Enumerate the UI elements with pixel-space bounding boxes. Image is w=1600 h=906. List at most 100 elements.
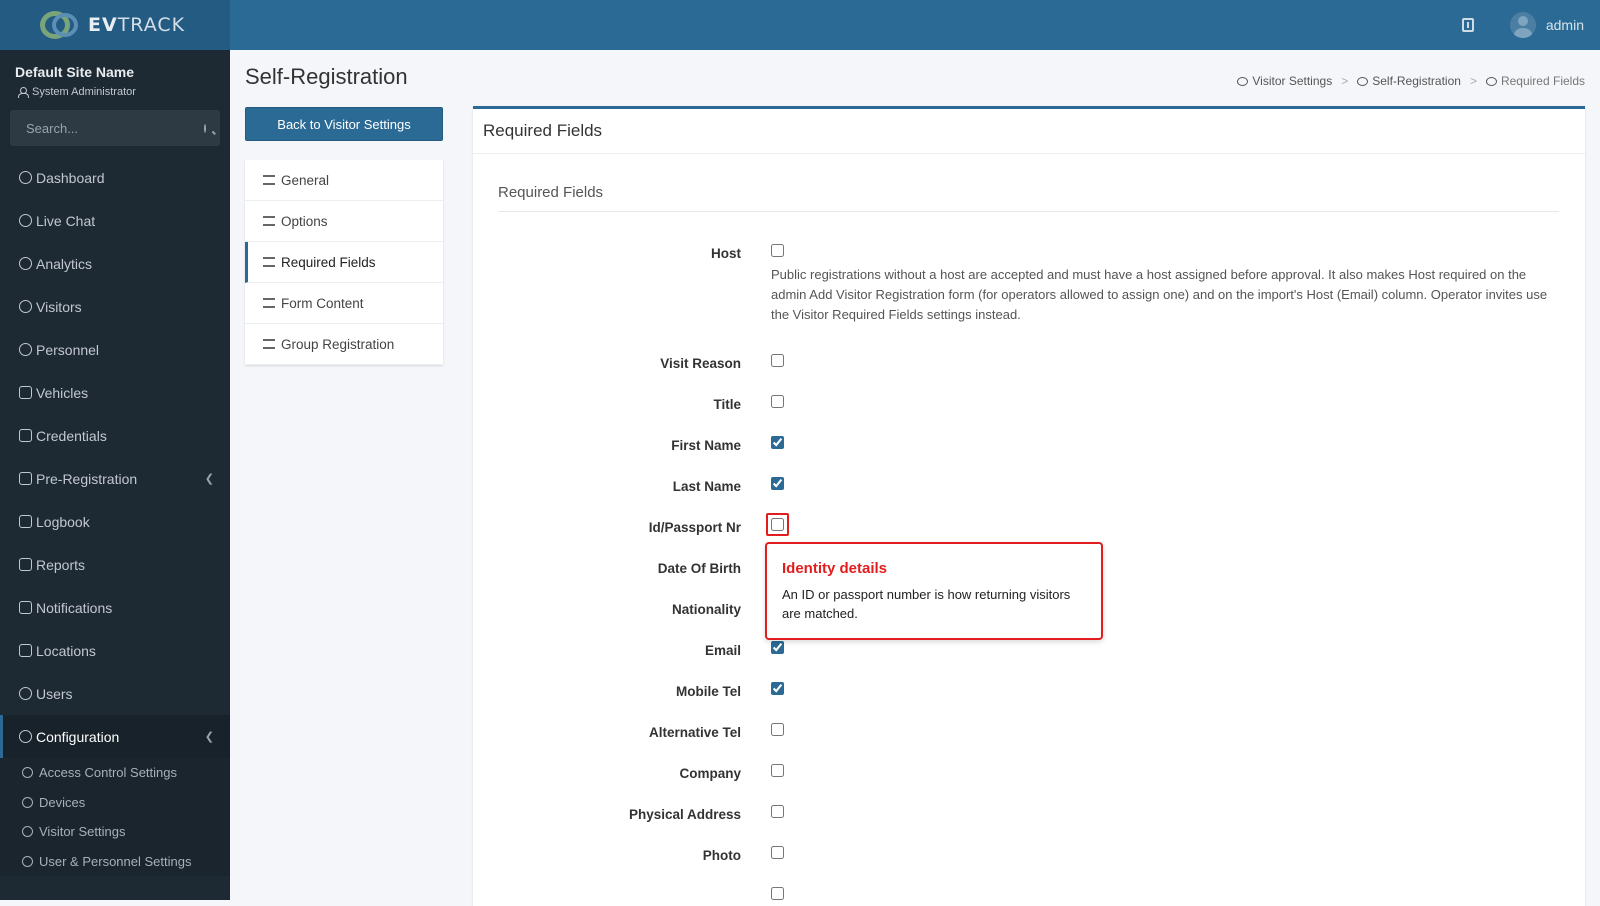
sidebar-item-logbook[interactable]: Logbook bbox=[0, 500, 230, 543]
required-fields-card: Required Fields Required Fields Host Pub… bbox=[473, 106, 1585, 906]
field-checkbox-title[interactable] bbox=[771, 395, 784, 408]
brand-logo[interactable]: EVTRACK bbox=[0, 0, 230, 50]
breadcrumb-required-fields: Required Fields bbox=[1500, 74, 1585, 88]
field-checkbox-email[interactable] bbox=[771, 641, 784, 654]
field-label: Photo bbox=[702, 848, 741, 863]
field-label: Alternative Tel bbox=[648, 725, 741, 740]
field-label: Email bbox=[704, 643, 741, 658]
breadcrumb-visitor-settings[interactable]: Visitor Settings bbox=[1252, 74, 1332, 88]
tab-form-content[interactable]: Form Content bbox=[245, 283, 443, 324]
field-label: Id/Passport Nr bbox=[648, 520, 741, 535]
notification-icon[interactable] bbox=[1461, 18, 1474, 32]
reports-icon bbox=[19, 558, 32, 571]
user-cog-icon bbox=[22, 855, 33, 867]
sidebar-item-credentials[interactable]: Credentials bbox=[0, 414, 230, 457]
eye-icon bbox=[19, 300, 32, 313]
tab-options[interactable]: Options bbox=[245, 201, 443, 242]
eye-icon bbox=[22, 826, 33, 838]
callout-title: Identity details bbox=[782, 560, 888, 577]
top-bar: EVTRACK admin bbox=[0, 0, 1600, 50]
subnav-item-devices[interactable]: Devices bbox=[0, 788, 230, 818]
users-icon bbox=[19, 687, 32, 700]
sidebar-item-live-chat[interactable]: Live Chat bbox=[0, 199, 230, 242]
field-checkbox-id-passport[interactable] bbox=[771, 518, 784, 531]
field-checkbox-mobile-tel[interactable] bbox=[771, 682, 784, 695]
user-role: System Administrator bbox=[0, 80, 230, 98]
field-label: Physical Address bbox=[628, 807, 741, 822]
configuration-subnav: Access Control Settings Devices Visitor … bbox=[0, 758, 230, 876]
sidebar-item-reports[interactable]: Reports bbox=[0, 543, 230, 586]
form-icon bbox=[263, 298, 275, 308]
sliders-icon bbox=[263, 175, 275, 185]
field-label: First Name bbox=[671, 438, 741, 453]
field-label: Host bbox=[711, 246, 741, 261]
lock-icon bbox=[22, 767, 33, 779]
avatar[interactable] bbox=[1509, 12, 1536, 38]
field-checkbox-host[interactable] bbox=[771, 244, 784, 257]
field-checkbox-alternative-tel[interactable] bbox=[771, 723, 784, 736]
search-icon[interactable] bbox=[204, 123, 206, 133]
back-to-visitor-settings-button[interactable]: Back to Visitor Settings bbox=[245, 107, 443, 141]
sidebar-item-analytics[interactable]: Analytics bbox=[0, 242, 230, 285]
subnav-item-visitor-settings[interactable]: Visitor Settings bbox=[0, 817, 230, 847]
field-checkbox-company[interactable] bbox=[771, 764, 784, 777]
checklist-icon bbox=[263, 257, 275, 267]
host-help-text: Public registrations without a host are … bbox=[771, 267, 1548, 322]
sidebar-item-personnel[interactable]: Personnel bbox=[0, 328, 230, 371]
personnel-icon bbox=[19, 343, 32, 356]
sidebar-item-locations[interactable]: Locations bbox=[0, 629, 230, 672]
subnav-item-user-personnel-settings[interactable]: User & Personnel Settings bbox=[0, 847, 230, 877]
chat-icon bbox=[19, 601, 32, 614]
sidebar-item-notifications[interactable]: Notifications bbox=[0, 586, 230, 629]
sidebar-nav: Dashboard Live Chat Analytics Visitors P… bbox=[0, 156, 230, 758]
field-label: Title bbox=[713, 397, 741, 412]
username[interactable]: admin bbox=[1546, 17, 1584, 33]
brand-name: EVTRACK bbox=[88, 14, 186, 36]
field-label: Company bbox=[679, 766, 741, 781]
gear-icon bbox=[19, 730, 32, 743]
field-checkbox-physical-address[interactable] bbox=[771, 805, 784, 818]
sidebar-item-vehicles[interactable]: Vehicles bbox=[0, 371, 230, 414]
dashboard-icon bbox=[19, 171, 32, 184]
group-icon bbox=[263, 339, 275, 349]
field-label: Visit Reason bbox=[660, 356, 741, 371]
card-title: Required Fields bbox=[473, 109, 1585, 154]
cog-icon bbox=[22, 796, 33, 808]
tab-general[interactable]: General bbox=[245, 160, 443, 201]
map-icon bbox=[19, 644, 32, 657]
subnav-item-access-control-settings[interactable]: Access Control Settings bbox=[0, 758, 230, 788]
field-label: Last Name bbox=[672, 479, 741, 494]
field-checkbox-first-name[interactable] bbox=[771, 436, 784, 449]
field-checkbox-last-name[interactable] bbox=[771, 477, 784, 490]
analytics-icon bbox=[19, 257, 32, 270]
breadcrumb-self-registration[interactable]: Self-Registration bbox=[1372, 74, 1461, 88]
sidebar-item-users[interactable]: Users bbox=[0, 672, 230, 715]
sidebar-item-visitors[interactable]: Visitors bbox=[0, 285, 230, 328]
section-title: Required Fields bbox=[498, 184, 1559, 212]
identity-callout: Identity details An ID or passport numbe… bbox=[765, 542, 1103, 640]
tab-group-registration[interactable]: Group Registration bbox=[245, 324, 443, 365]
sidebar: Default Site Name System Administrator D… bbox=[0, 50, 230, 900]
breadcrumb: Visitor Settings > Self-Registration > R… bbox=[1237, 74, 1585, 88]
search-input[interactable] bbox=[24, 119, 204, 137]
sidebar-item-dashboard[interactable]: Dashboard bbox=[0, 156, 230, 199]
settings-tabs: General Options Required Fields Form Con… bbox=[245, 160, 443, 365]
field-label: Date Of Birth bbox=[657, 561, 741, 576]
sidebar-search bbox=[10, 110, 220, 146]
book-icon bbox=[19, 515, 32, 528]
arrows-icon bbox=[19, 472, 32, 485]
sidebar-item-configuration[interactable]: Configuration ❮ bbox=[0, 715, 230, 758]
logo-icon bbox=[38, 9, 82, 41]
field-label: Nationality bbox=[671, 602, 741, 617]
badge-icon bbox=[19, 429, 32, 442]
field-checkbox-photo[interactable] bbox=[771, 846, 784, 859]
page-title: Self-Registration bbox=[245, 64, 408, 89]
field-checkbox-visit-reason[interactable] bbox=[771, 354, 784, 367]
field-checkbox-more[interactable] bbox=[771, 887, 784, 900]
headset-icon bbox=[19, 214, 32, 227]
user-icon bbox=[1357, 76, 1369, 86]
site-name: Default Site Name bbox=[15, 64, 135, 80]
tab-required-fields[interactable]: Required Fields bbox=[245, 242, 443, 283]
sidebar-item-pre-registration[interactable]: Pre-Registration ❮ bbox=[0, 457, 230, 500]
gear-icon bbox=[1485, 76, 1497, 86]
